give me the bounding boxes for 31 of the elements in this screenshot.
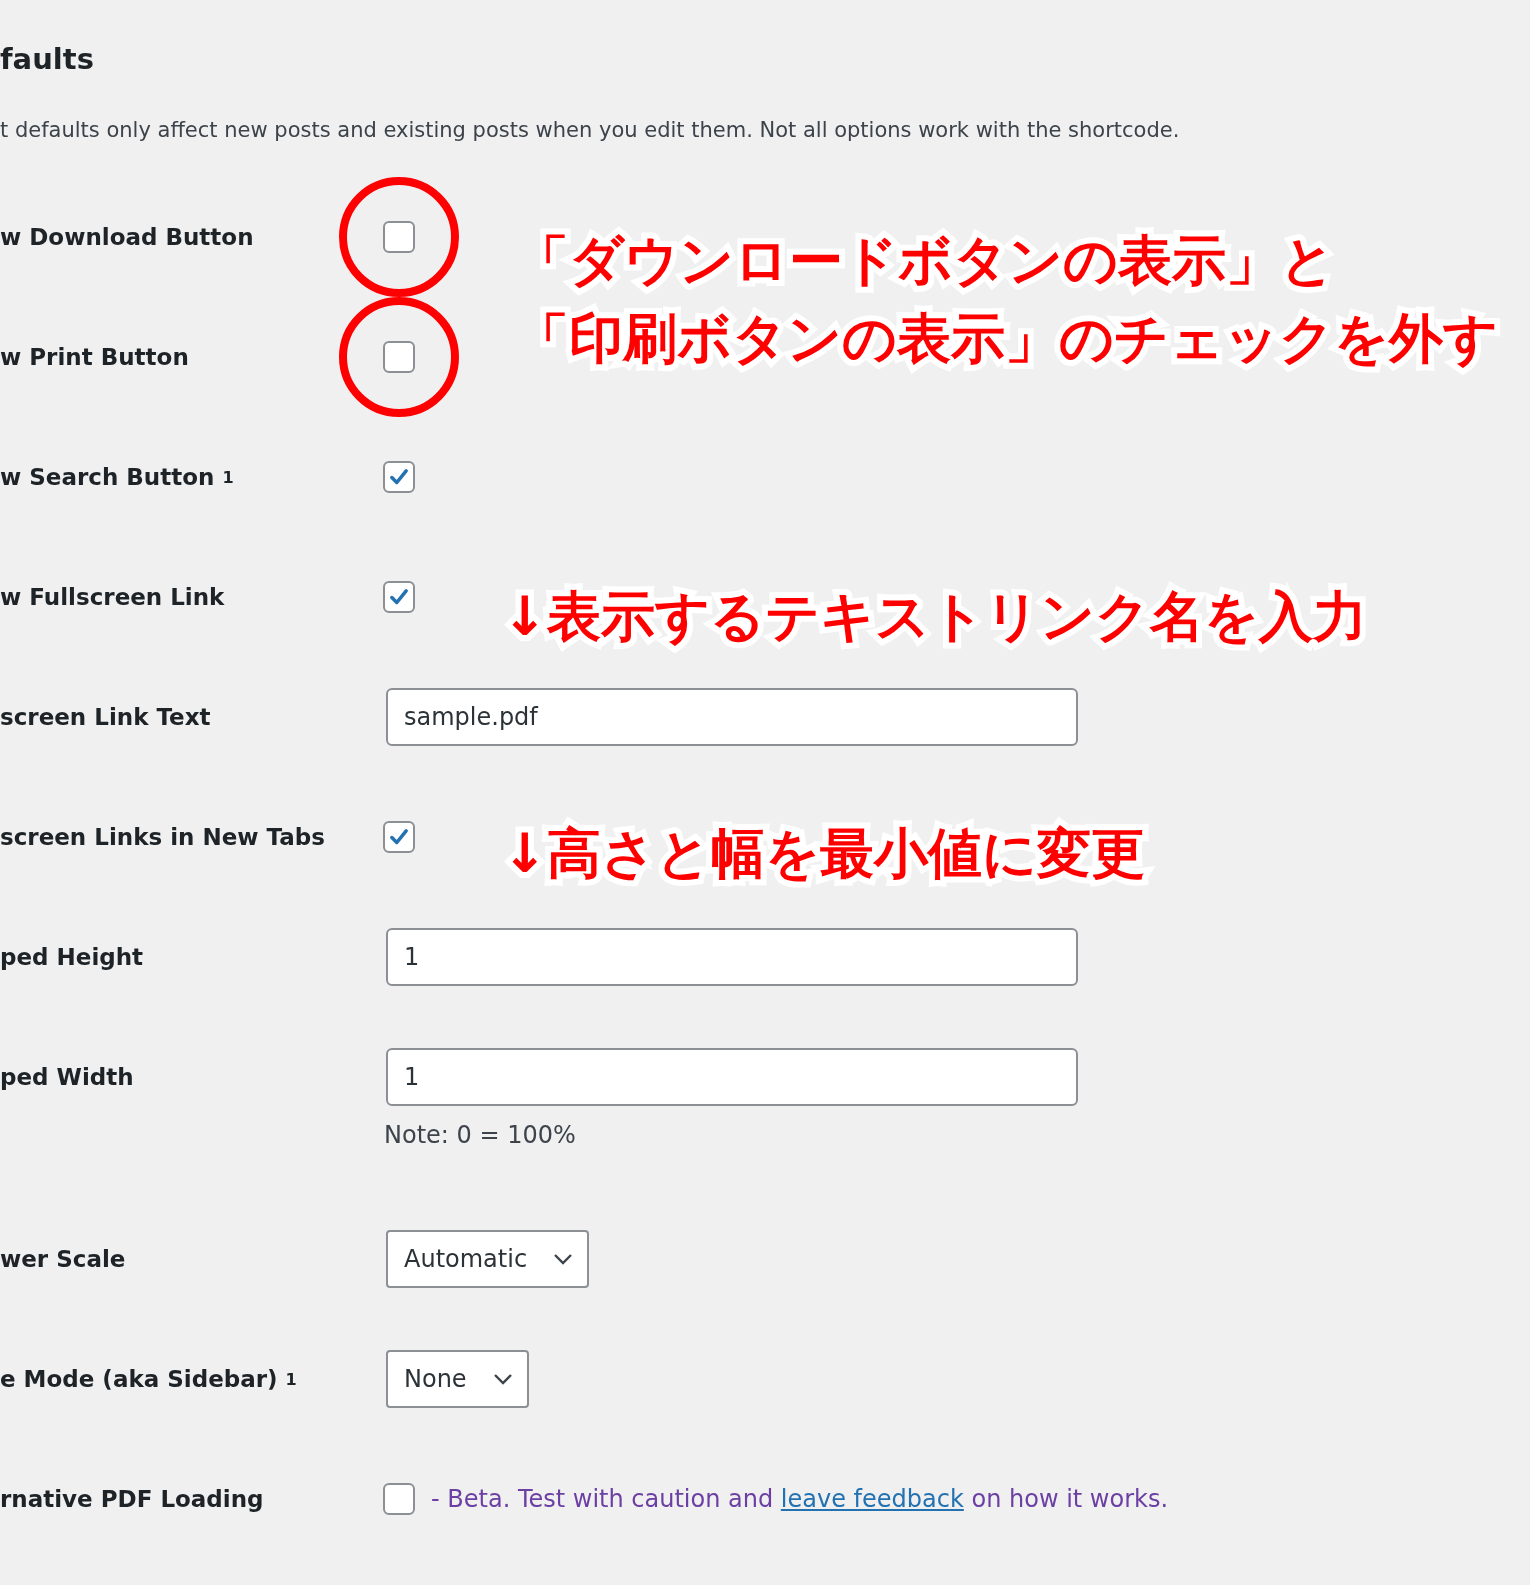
checkbox[interactable] [383,221,415,253]
section-description: t defaults only affect new posts and existing posts when you edit them. Not all options work with the shortcode. [0,118,1180,142]
field-label: rnative PDF Loading [0,1485,265,1514]
field-label: w Print Button [0,343,190,372]
section-heading: faults [0,42,94,76]
annotation-text: ↓表示するテキストリンク名を入力 [502,584,1368,650]
annotation-text: ↓高さと幅を最小値に変更 [502,821,1146,887]
field-label: w Download Button [0,223,255,252]
checkbox[interactable] [383,461,415,493]
field-label: ped Width [0,1063,135,1092]
beta-note: - Beta. Test with caution and leave feedback on how it works. [431,1485,1169,1513]
input-field[interactable]: sample.pdf [386,688,1078,746]
field-label: screen Links in New Tabs [0,823,326,852]
field-note: Note: 0 = 100% [384,1121,577,1149]
chevron-down-icon [553,1253,574,1265]
input-field[interactable]: 1 [386,1048,1078,1106]
field-label: wer Scale [0,1245,127,1274]
feedback-link[interactable]: leave feedback [780,1485,964,1513]
field-label: ped Height [0,943,145,972]
input-field[interactable]: 1 [386,928,1078,986]
checkbox[interactable] [383,1483,415,1515]
checkbox[interactable] [383,821,415,853]
select-dropdown[interactable]: None [386,1350,529,1408]
chevron-down-icon [492,1373,513,1385]
select-dropdown[interactable]: Automatic [386,1230,590,1288]
annotation-text: 「ダウンロードボタンの表示」と [515,228,1335,294]
field-label: screen Link Text [0,703,212,732]
field-label: w Fullscreen Link [0,583,226,612]
checkbox[interactable] [383,341,415,373]
checkbox[interactable] [383,581,415,613]
annotation-text: 「印刷ボタンの表示」のチェックを外す [515,306,1498,372]
